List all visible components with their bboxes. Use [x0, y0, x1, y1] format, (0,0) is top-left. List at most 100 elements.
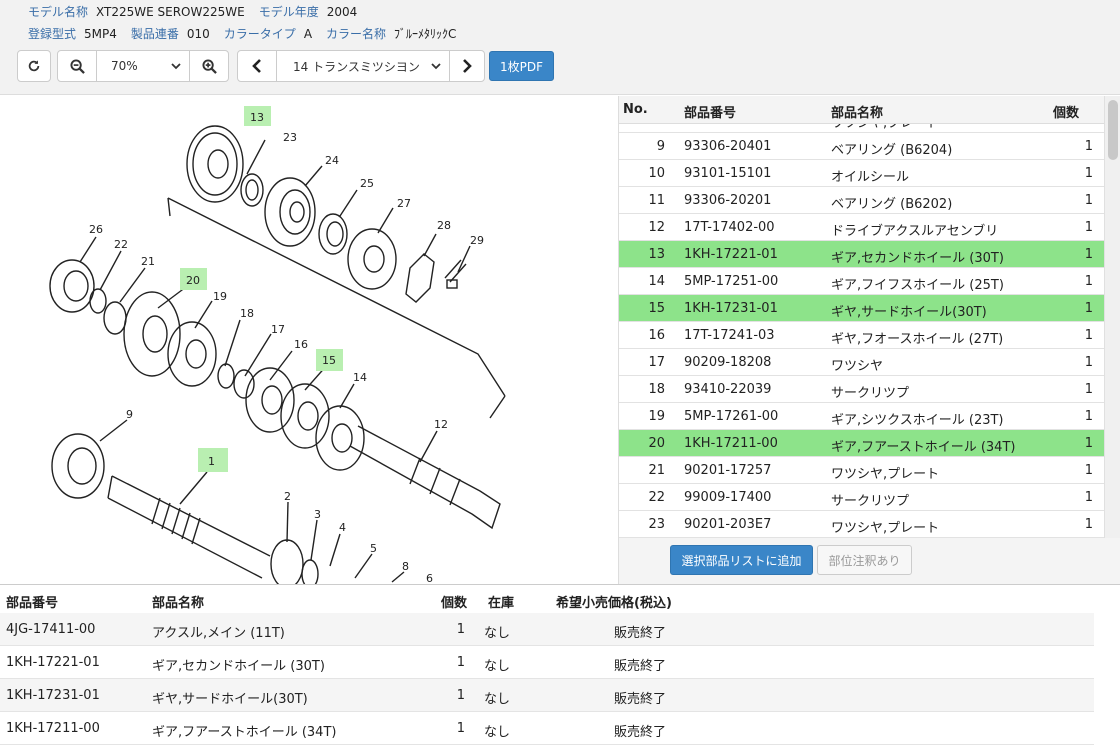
- ref-label-22[interactable]: 22: [114, 238, 128, 251]
- ref-label-21[interactable]: 21: [141, 255, 155, 268]
- row-part-number: 99009-17400: [684, 490, 772, 505]
- row-part-number: 1KH-17211-00: [684, 436, 778, 451]
- row-part-name: オイルシール: [831, 170, 910, 185]
- ref-label-15[interactable]: 15: [322, 354, 336, 367]
- row-part-number: 90201-203E7: [684, 517, 772, 532]
- ref-label-26[interactable]: 26: [89, 223, 103, 236]
- ref-label-14[interactable]: 14: [353, 371, 367, 384]
- zoom-in-icon: [201, 58, 217, 74]
- selected-parts-list: 部品番号 部品名称 個数 在庫 希望小売価格(税込) 4JG-17411-00 ア…: [0, 584, 1120, 756]
- ref-label-28[interactable]: 28: [437, 219, 451, 232]
- pdf-button[interactable]: 1枚PDF: [489, 51, 554, 81]
- row-number: 15: [648, 301, 665, 316]
- row-number: 21: [648, 463, 665, 478]
- table-row[interactable]: 16 17T-17241-03 ギヤ,フオースホイール (27T) 1: [619, 322, 1104, 349]
- row-number: 13: [648, 247, 665, 262]
- zoom-out-button[interactable]: [57, 50, 97, 82]
- item-stock: なし: [484, 659, 511, 674]
- ref-label-9[interactable]: 9: [126, 408, 133, 421]
- row-number: 12: [648, 220, 665, 235]
- ref-label-25[interactable]: 25: [360, 177, 374, 190]
- item-price: 販売終了: [614, 659, 667, 674]
- section-select[interactable]: 14 トランスミツシヨン: [277, 50, 449, 82]
- item-part-number: 1KH-17221-01: [6, 655, 100, 670]
- list-item[interactable]: 1KH-17221-01 ギア,セカンドホイール (30T) 1 なし 販売終了: [0, 646, 1094, 679]
- table-row[interactable]: 13 1KH-17221-01 ギア,セカンドホイール (30T) 1: [619, 241, 1104, 268]
- ref-label-13[interactable]: 13: [250, 111, 264, 124]
- row-part-number: 90201-164K2: [684, 124, 772, 127]
- table-row[interactable]: 23 90201-203E7 ワツシヤ,プレート 1: [619, 511, 1104, 538]
- scrollbar-thumb[interactable]: [1108, 100, 1118, 160]
- refresh-button[interactable]: [17, 50, 51, 82]
- ref-label-5[interactable]: 5: [370, 542, 377, 555]
- ref-label-19[interactable]: 19: [213, 290, 227, 303]
- next-section-button[interactable]: [449, 50, 485, 82]
- table-row[interactable]: 11 93306-20201 ベアリング (B6202) 1: [619, 187, 1104, 214]
- ref-label-29[interactable]: 29: [470, 234, 484, 247]
- row-part-number: 17T-17402-00: [684, 220, 775, 235]
- list-item[interactable]: 4JG-17411-00 アクスル,メイン (11T) 1 なし 販売終了: [0, 613, 1094, 646]
- table-row[interactable]: 12 17T-17402-00 ドライブアクスルアセンブリ 1: [619, 214, 1104, 241]
- ref-label-3[interactable]: 3: [314, 508, 321, 521]
- model-info-row: モデル名称 XT225WE SEROW225WE モデル年度 2004: [28, 3, 371, 21]
- zoom-in-button[interactable]: [189, 50, 229, 82]
- list-item[interactable]: 1KH-17211-00 ギア,フアーストホイール (34T) 1 なし 販売終了: [0, 712, 1094, 745]
- table-row[interactable]: 15 1KH-17231-01 ギヤ,サードホイール(30T) 1: [619, 295, 1104, 322]
- parts-diagram[interactable]: 13 23 24 25 27 28 29 26 22 21 20 19 18 1…: [0, 96, 618, 584]
- list-item[interactable]: 1KH-17231-01 ギヤ,サードホイール(30T) 1 なし 販売終了: [0, 679, 1094, 712]
- table-row[interactable]: 9 93306-20401 ベアリング (B6204) 1: [619, 133, 1104, 160]
- color-type-label: カラータイプ: [223, 27, 296, 41]
- ref-label-17[interactable]: 17: [271, 323, 285, 336]
- ref-label-16[interactable]: 16: [294, 338, 308, 351]
- ref-label-2[interactable]: 2: [284, 490, 291, 503]
- registration-info-row: 登録型式 5MP4 製品連番 010 カラータイプ A カラー名称 ﾌﾞﾙｰﾒﾀﾘｯｸC: [28, 25, 470, 43]
- add-to-list-button[interactable]: 選択部品リストに追加: [670, 545, 813, 575]
- row-part-name: ドライブアクスルアセンブリ: [831, 224, 999, 239]
- sel-col-price: 希望小売価格(税込): [556, 596, 672, 611]
- ref-label-27[interactable]: 27: [397, 197, 411, 210]
- ref-label-8[interactable]: 8: [402, 560, 409, 573]
- row-number: 23: [648, 517, 665, 532]
- ref-label-1[interactable]: 1: [208, 455, 215, 468]
- table-row[interactable]: 20 1KH-17211-00 ギア,フアーストホイール (34T) 1: [619, 430, 1104, 457]
- row-part-name: ワツシヤ,プレート: [831, 521, 940, 536]
- row-part-number: 93306-20401: [684, 139, 772, 154]
- prev-section-button[interactable]: [237, 50, 277, 82]
- section-select-value: 14 トランスミツシヨン: [293, 59, 420, 74]
- toolbar: 70% 14 トランスミツシヨン 1枚PDF: [17, 49, 554, 83]
- row-qty: 1: [1084, 139, 1093, 154]
- row-qty: 1: [1084, 490, 1093, 505]
- item-part-name: ギア,セカンドホイール (30T): [152, 659, 325, 674]
- row-qty: 1: [1084, 355, 1093, 370]
- ref-label-12[interactable]: 12: [434, 418, 448, 431]
- table-row[interactable]: 21 90201-17257 ワツシヤ,プレート 1: [619, 457, 1104, 484]
- row-part-name: ギア,フイフスホイール (25T): [831, 278, 1004, 293]
- table-row[interactable]: 8 90201-164K2 ワツシヤ,プレート 1: [619, 124, 1104, 133]
- table-row[interactable]: 22 99009-17400 サークリツプ 1: [619, 484, 1104, 511]
- chevron-left-icon: [252, 59, 261, 73]
- table-row[interactable]: 14 5MP-17251-00 ギア,フイフスホイール (25T) 1: [619, 268, 1104, 295]
- table-row[interactable]: 17 90209-18208 ワツシヤ 1: [619, 349, 1104, 376]
- location-note-button[interactable]: 部位注釈あり: [817, 545, 912, 575]
- col-qty-header: 個数: [1053, 106, 1080, 121]
- row-number: 16: [648, 328, 665, 343]
- chevron-down-icon: [431, 63, 441, 70]
- ref-label-24[interactable]: 24: [325, 154, 339, 167]
- ref-label-4[interactable]: 4: [339, 521, 346, 534]
- row-part-name: ギア,フアーストホイール (34T): [831, 440, 1016, 455]
- row-part-number: 93410-22039: [684, 382, 772, 397]
- ref-label-23[interactable]: 23: [283, 131, 297, 144]
- ref-label-20[interactable]: 20: [186, 274, 200, 287]
- item-qty: 1: [456, 688, 465, 703]
- parts-table-body[interactable]: 890201-164K2ワツシヤ,プレート1993306-20401ベアリング …: [619, 124, 1104, 538]
- row-qty: 1: [1084, 382, 1093, 397]
- row-number: 11: [648, 193, 665, 208]
- ref-label-6[interactable]: 6: [426, 572, 433, 584]
- zoom-select[interactable]: 70%: [97, 50, 189, 82]
- ref-label-18[interactable]: 18: [240, 307, 254, 320]
- parts-table-scrollbar[interactable]: [1104, 96, 1120, 538]
- table-row[interactable]: 19 5MP-17261-00 ギア,シツクスホイール (23T) 1: [619, 403, 1104, 430]
- table-row[interactable]: 18 93410-22039 サークリツプ 1: [619, 376, 1104, 403]
- refresh-icon: [28, 60, 40, 72]
- table-row[interactable]: 10 93101-15101 オイルシール 1: [619, 160, 1104, 187]
